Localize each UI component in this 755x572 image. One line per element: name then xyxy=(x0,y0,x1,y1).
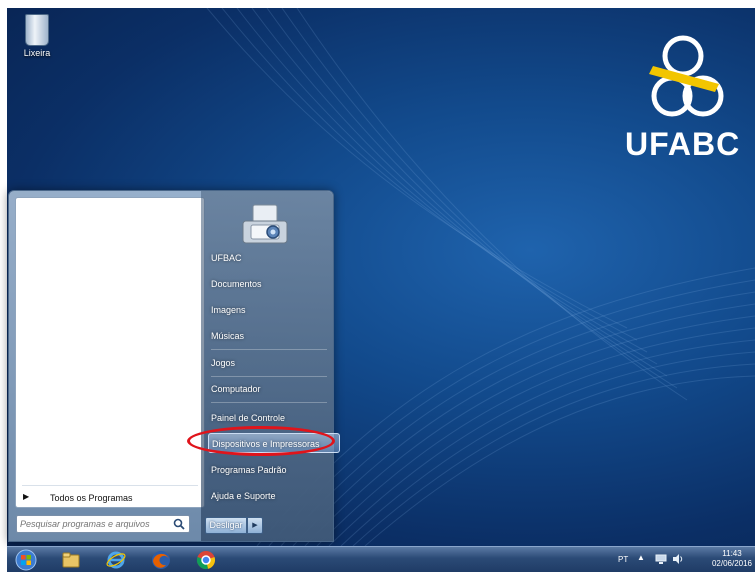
search-box[interactable] xyxy=(16,515,190,533)
clock[interactable]: 11:43 02/06/2016 xyxy=(711,549,753,569)
start-orb-icon[interactable] xyxy=(15,549,37,571)
menu-item-painel-de-controle[interactable]: Painel de Controle xyxy=(211,408,331,428)
ufabc-logo-text: UFABC xyxy=(625,126,741,162)
menu-item-ufbac[interactable]: UFBAC xyxy=(211,248,331,268)
all-programs-button[interactable]: ▶ Todos os Programas xyxy=(16,489,202,507)
menu-item-musicas[interactable]: Músicas xyxy=(211,326,331,346)
firefox-icon[interactable] xyxy=(150,549,172,571)
menu-separator xyxy=(211,402,327,403)
menu-separator xyxy=(211,376,327,377)
clock-date: 02/06/2016 xyxy=(711,559,753,568)
menu-item-dispositivos-e-impressoras[interactable]: Dispositivos e Impressoras xyxy=(208,433,340,453)
menu-item-ajuda-e-suporte[interactable]: Ajuda e Suporte xyxy=(211,486,331,506)
taskbar: PT ▲ 11:43 02/06/2016 xyxy=(7,546,755,572)
chrome-icon[interactable] xyxy=(195,549,217,571)
show-hidden-icons-icon[interactable]: ▲ xyxy=(637,553,649,565)
shutdown-button[interactable]: Desligar xyxy=(205,517,247,534)
menu-item-computador[interactable]: Computador xyxy=(211,379,331,399)
menu-item-imagens[interactable]: Imagens xyxy=(211,300,331,320)
programs-pane: ▶ Todos os Programas xyxy=(15,197,205,508)
clock-time: 11:43 xyxy=(722,549,742,558)
internet-explorer-icon[interactable] xyxy=(105,549,127,571)
menu-item-documentos[interactable]: Documentos xyxy=(211,274,331,294)
windows-explorer-icon[interactable] xyxy=(60,549,82,571)
all-programs-label: Todos os Programas xyxy=(50,493,133,503)
menu-item-programas-padrao[interactable]: Programas Padrão xyxy=(211,460,331,480)
menu-item-jogos[interactable]: Jogos xyxy=(211,353,331,373)
shutdown-options-button[interactable]: ▶ xyxy=(247,517,263,534)
search-icon[interactable] xyxy=(172,517,186,531)
user-picture-icon[interactable] xyxy=(239,201,291,249)
menu-separator xyxy=(211,349,327,350)
recycle-bin-label: Lixeira xyxy=(23,48,51,58)
triangle-right-icon: ▶ xyxy=(23,492,30,501)
volume-icon[interactable] xyxy=(672,553,684,565)
search-input[interactable] xyxy=(20,517,170,530)
network-icon[interactable] xyxy=(655,553,667,565)
programs-separator xyxy=(22,485,198,486)
recycle-bin[interactable]: Lixeira xyxy=(17,14,57,58)
start-menu: ▶ Todos os Programas UFBAC Documentos Im… xyxy=(8,190,340,542)
language-indicator[interactable]: PT xyxy=(618,555,628,564)
recycle-bin-icon xyxy=(25,14,49,46)
